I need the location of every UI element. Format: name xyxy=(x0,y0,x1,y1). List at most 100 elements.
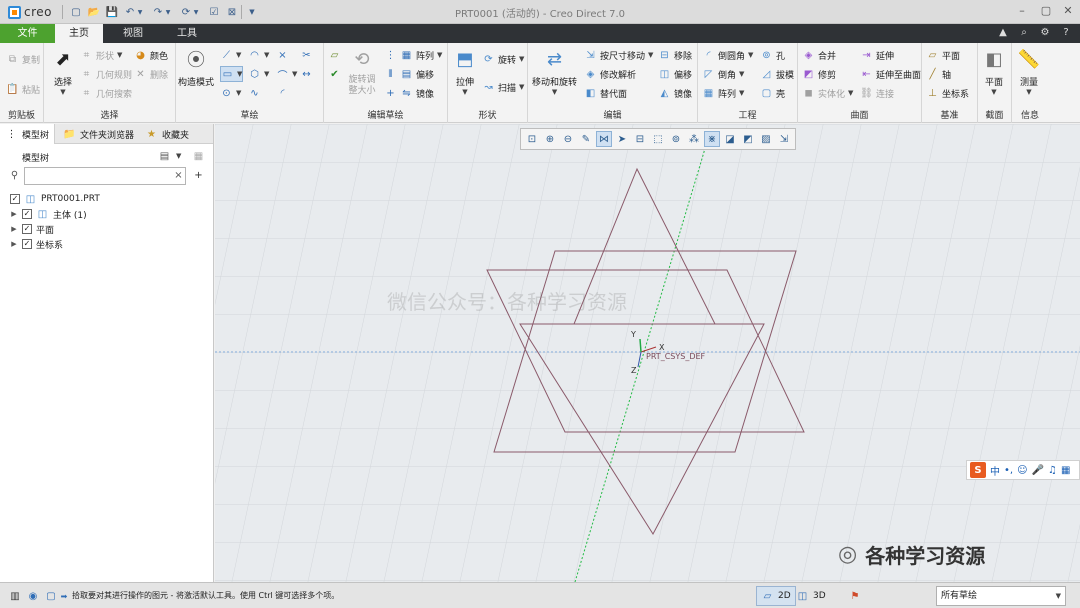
tree-settings-icon[interactable]: ▤ xyxy=(158,150,171,163)
mode-3d-toggle[interactable]: ◫ 3D xyxy=(792,586,830,606)
tree-item-body[interactable]: ▶ ✓ ◫ 主体 (1) xyxy=(10,207,86,221)
saved-orientations-icon[interactable]: ➤ xyxy=(614,131,630,147)
dimension-tool[interactable]: ↔ xyxy=(300,66,313,82)
toggle-navigator-icon[interactable]: ▥ xyxy=(8,589,22,603)
chevron-down-icon[interactable]: ▼ xyxy=(176,152,181,160)
view-normal-icon[interactable]: ⇲ xyxy=(776,131,792,147)
datum-plane-button[interactable]: ▱ 平面 xyxy=(926,47,960,63)
zoom-out-icon[interactable]: ⊖ xyxy=(560,131,576,147)
extend-to-surface-button[interactable]: ⇤ 延伸至曲面 xyxy=(860,66,921,82)
replace-button[interactable]: ◧ 替代面 xyxy=(584,85,627,101)
shape-button[interactable]: ⌗ 形状 ▼ xyxy=(80,47,123,63)
merge-button[interactable]: ◈ 合并 xyxy=(802,47,836,63)
datum-axis-button[interactable]: ╱ 轴 xyxy=(926,66,951,82)
move-rotate-button[interactable]: ⇄ 移动和旋转 ▼ xyxy=(532,46,577,97)
close-icon[interactable]: ✕ xyxy=(1058,3,1078,19)
modify-analysis-button[interactable]: ◈ 修改解析 xyxy=(584,66,636,82)
shell-button[interactable]: ▢ 壳 xyxy=(760,85,785,101)
copy-button[interactable]: ⧉ 复制 xyxy=(6,51,40,67)
show-icon[interactable]: ▦ xyxy=(192,150,205,163)
edit-mirror-button[interactable]: ◭ 镜像 xyxy=(658,85,692,101)
section-plane-button[interactable]: ◧ 平面 ▼ xyxy=(981,46,1007,97)
appearance-icon[interactable]: ◩ xyxy=(740,131,756,147)
tab-tools[interactable]: 工具 xyxy=(164,24,210,43)
filter-icon[interactable]: ⚲ xyxy=(8,169,21,182)
command-search-icon[interactable]: ⌕ xyxy=(1018,27,1030,39)
visibility-checkbox[interactable]: ✓ xyxy=(22,209,32,219)
browser-icon[interactable]: ◉ xyxy=(26,589,40,603)
visibility-checkbox[interactable]: ✓ xyxy=(22,224,32,234)
polygon-tool[interactable]: ⬡ ▼ xyxy=(248,66,269,82)
geometry-rules-button[interactable]: ⌗ 几何规则 xyxy=(80,66,132,82)
tab-favorites[interactable]: ★ 收藏夹 xyxy=(140,124,194,144)
palette-sketch-button[interactable]: ▱ xyxy=(328,47,341,63)
tree-item-planes[interactable]: ▶ ✓ 平面 xyxy=(10,222,54,236)
ok-button[interactable]: ✔ xyxy=(328,66,341,82)
spline-tool[interactable]: ∿ xyxy=(248,85,261,101)
extend-button[interactable]: ⇥ 延伸 xyxy=(860,47,894,63)
line-tool[interactable]: ⟋ ▼ xyxy=(220,47,241,63)
surface-trim-button[interactable]: ◩ 修剪 xyxy=(802,66,836,82)
datum-display-icon[interactable]: ⊚ xyxy=(668,131,684,147)
select-button[interactable]: ⬈ 选择 ▼ xyxy=(50,46,76,97)
punctuation-icon[interactable]: •, xyxy=(1004,465,1013,476)
draft-button[interactable]: ◿ 拔模 xyxy=(760,66,794,82)
refit-icon[interactable]: ⊡ xyxy=(524,131,540,147)
perspective-icon[interactable]: ⬚ xyxy=(650,131,666,147)
shaded-icon[interactable]: ▨ xyxy=(758,131,774,147)
section-icon[interactable]: ◪ xyxy=(722,131,738,147)
tree-search-input[interactable] xyxy=(24,167,186,185)
circle-tool[interactable]: ⊙ ▼ xyxy=(220,85,241,101)
color-button[interactable]: ◕ 颜色 xyxy=(134,47,168,63)
mode-2d-toggle[interactable]: ▱ 2D xyxy=(756,586,796,606)
extrude-button[interactable]: ⬒ 拉伸 ▼ xyxy=(452,46,478,97)
mic-icon[interactable]: 🎤 xyxy=(1032,465,1044,476)
conic-tool[interactable]: ◜ xyxy=(276,85,289,101)
settings-icon[interactable]: ⚙ xyxy=(1039,27,1051,39)
annotation-display-icon[interactable]: ⁂ xyxy=(686,131,702,147)
tab-file[interactable]: 文件 xyxy=(0,24,55,43)
rotate-resize-button[interactable]: ⟲ 旋转调整大小 xyxy=(346,46,378,97)
connect-button[interactable]: ⛓ 连接 xyxy=(860,85,894,101)
sketch-array-button[interactable]: ⋮ ▦ 阵列 ▼ xyxy=(384,47,443,63)
minimize-icon[interactable]: – xyxy=(1012,3,1032,19)
tree-item-csys[interactable]: ▶ ✓ 坐标系 xyxy=(10,237,63,251)
zoom-in-icon[interactable]: ⊕ xyxy=(542,131,558,147)
geometry-search-button[interactable]: ⌗ 几何搜索 xyxy=(80,85,132,101)
revolve-button[interactable]: ⟳ 旋转 ▼ xyxy=(482,51,524,67)
delete-button[interactable]: ✕ 删除 xyxy=(134,66,168,82)
pattern-button[interactable]: ▦ 阵列 ▼ xyxy=(702,85,745,101)
headset-icon[interactable]: ♫ xyxy=(1048,465,1057,476)
full-screen-icon[interactable]: ▢ xyxy=(44,589,58,603)
maximize-icon[interactable]: ▢ xyxy=(1036,3,1056,19)
tab-model-tree[interactable]: ⋮ 模型树 xyxy=(0,124,56,144)
tab-home[interactable]: 主页 xyxy=(55,24,103,43)
add-icon[interactable]: + xyxy=(192,169,205,182)
fillet-tool[interactable]: ⌒ ▼ xyxy=(276,66,298,82)
clear-icon[interactable]: × xyxy=(172,169,185,182)
point-tool[interactable]: × xyxy=(276,47,289,63)
datum-csys-button[interactable]: ⊥ 坐标系 xyxy=(926,85,969,101)
arc-tool[interactable]: ◠ ▼ xyxy=(248,47,269,63)
tab-view[interactable]: 视图 xyxy=(110,24,156,43)
tab-folder-browser[interactable]: 📁 文件夹浏览器 xyxy=(58,124,139,144)
minimize-ribbon-icon[interactable]: ▲ xyxy=(997,27,1009,39)
smart-select-icon[interactable]: ⚑ xyxy=(848,589,862,603)
measure-button[interactable]: 📏 测量 ▼ xyxy=(1016,46,1042,97)
emoji-icon[interactable]: ☺ xyxy=(1017,465,1027,476)
sketch-mirror-button[interactable]: + ⇋ 镜像 xyxy=(384,85,434,101)
repaint-icon[interactable]: ✎ xyxy=(578,131,594,147)
expand-icon[interactable]: ▶ xyxy=(10,240,18,248)
trim-tool[interactable]: ✂ xyxy=(300,47,313,63)
ime-menu-icon[interactable]: ▦ xyxy=(1061,465,1070,476)
visibility-checkbox[interactable]: ✓ xyxy=(10,194,20,204)
paste-button[interactable]: 📋 粘贴 xyxy=(6,81,40,97)
rectangle-tool[interactable]: ▭ ▼ xyxy=(220,66,244,82)
ime-toolbar[interactable]: S 中 •, ☺ 🎤 ♫ ▦ xyxy=(966,460,1080,480)
construction-mode-button[interactable]: ⦿ 构造模式 xyxy=(178,46,214,88)
sweep-button[interactable]: ↝ 扫描 ▼ xyxy=(482,79,524,95)
chamfer-button[interactable]: ◸ 倒角 ▼ xyxy=(702,66,745,82)
display-style-icon[interactable]: ⋈ xyxy=(596,131,612,147)
move-by-dim-button[interactable]: ⇲ 按尺寸移动 ▼ xyxy=(584,47,653,63)
expand-icon[interactable]: ▶ xyxy=(10,210,18,218)
